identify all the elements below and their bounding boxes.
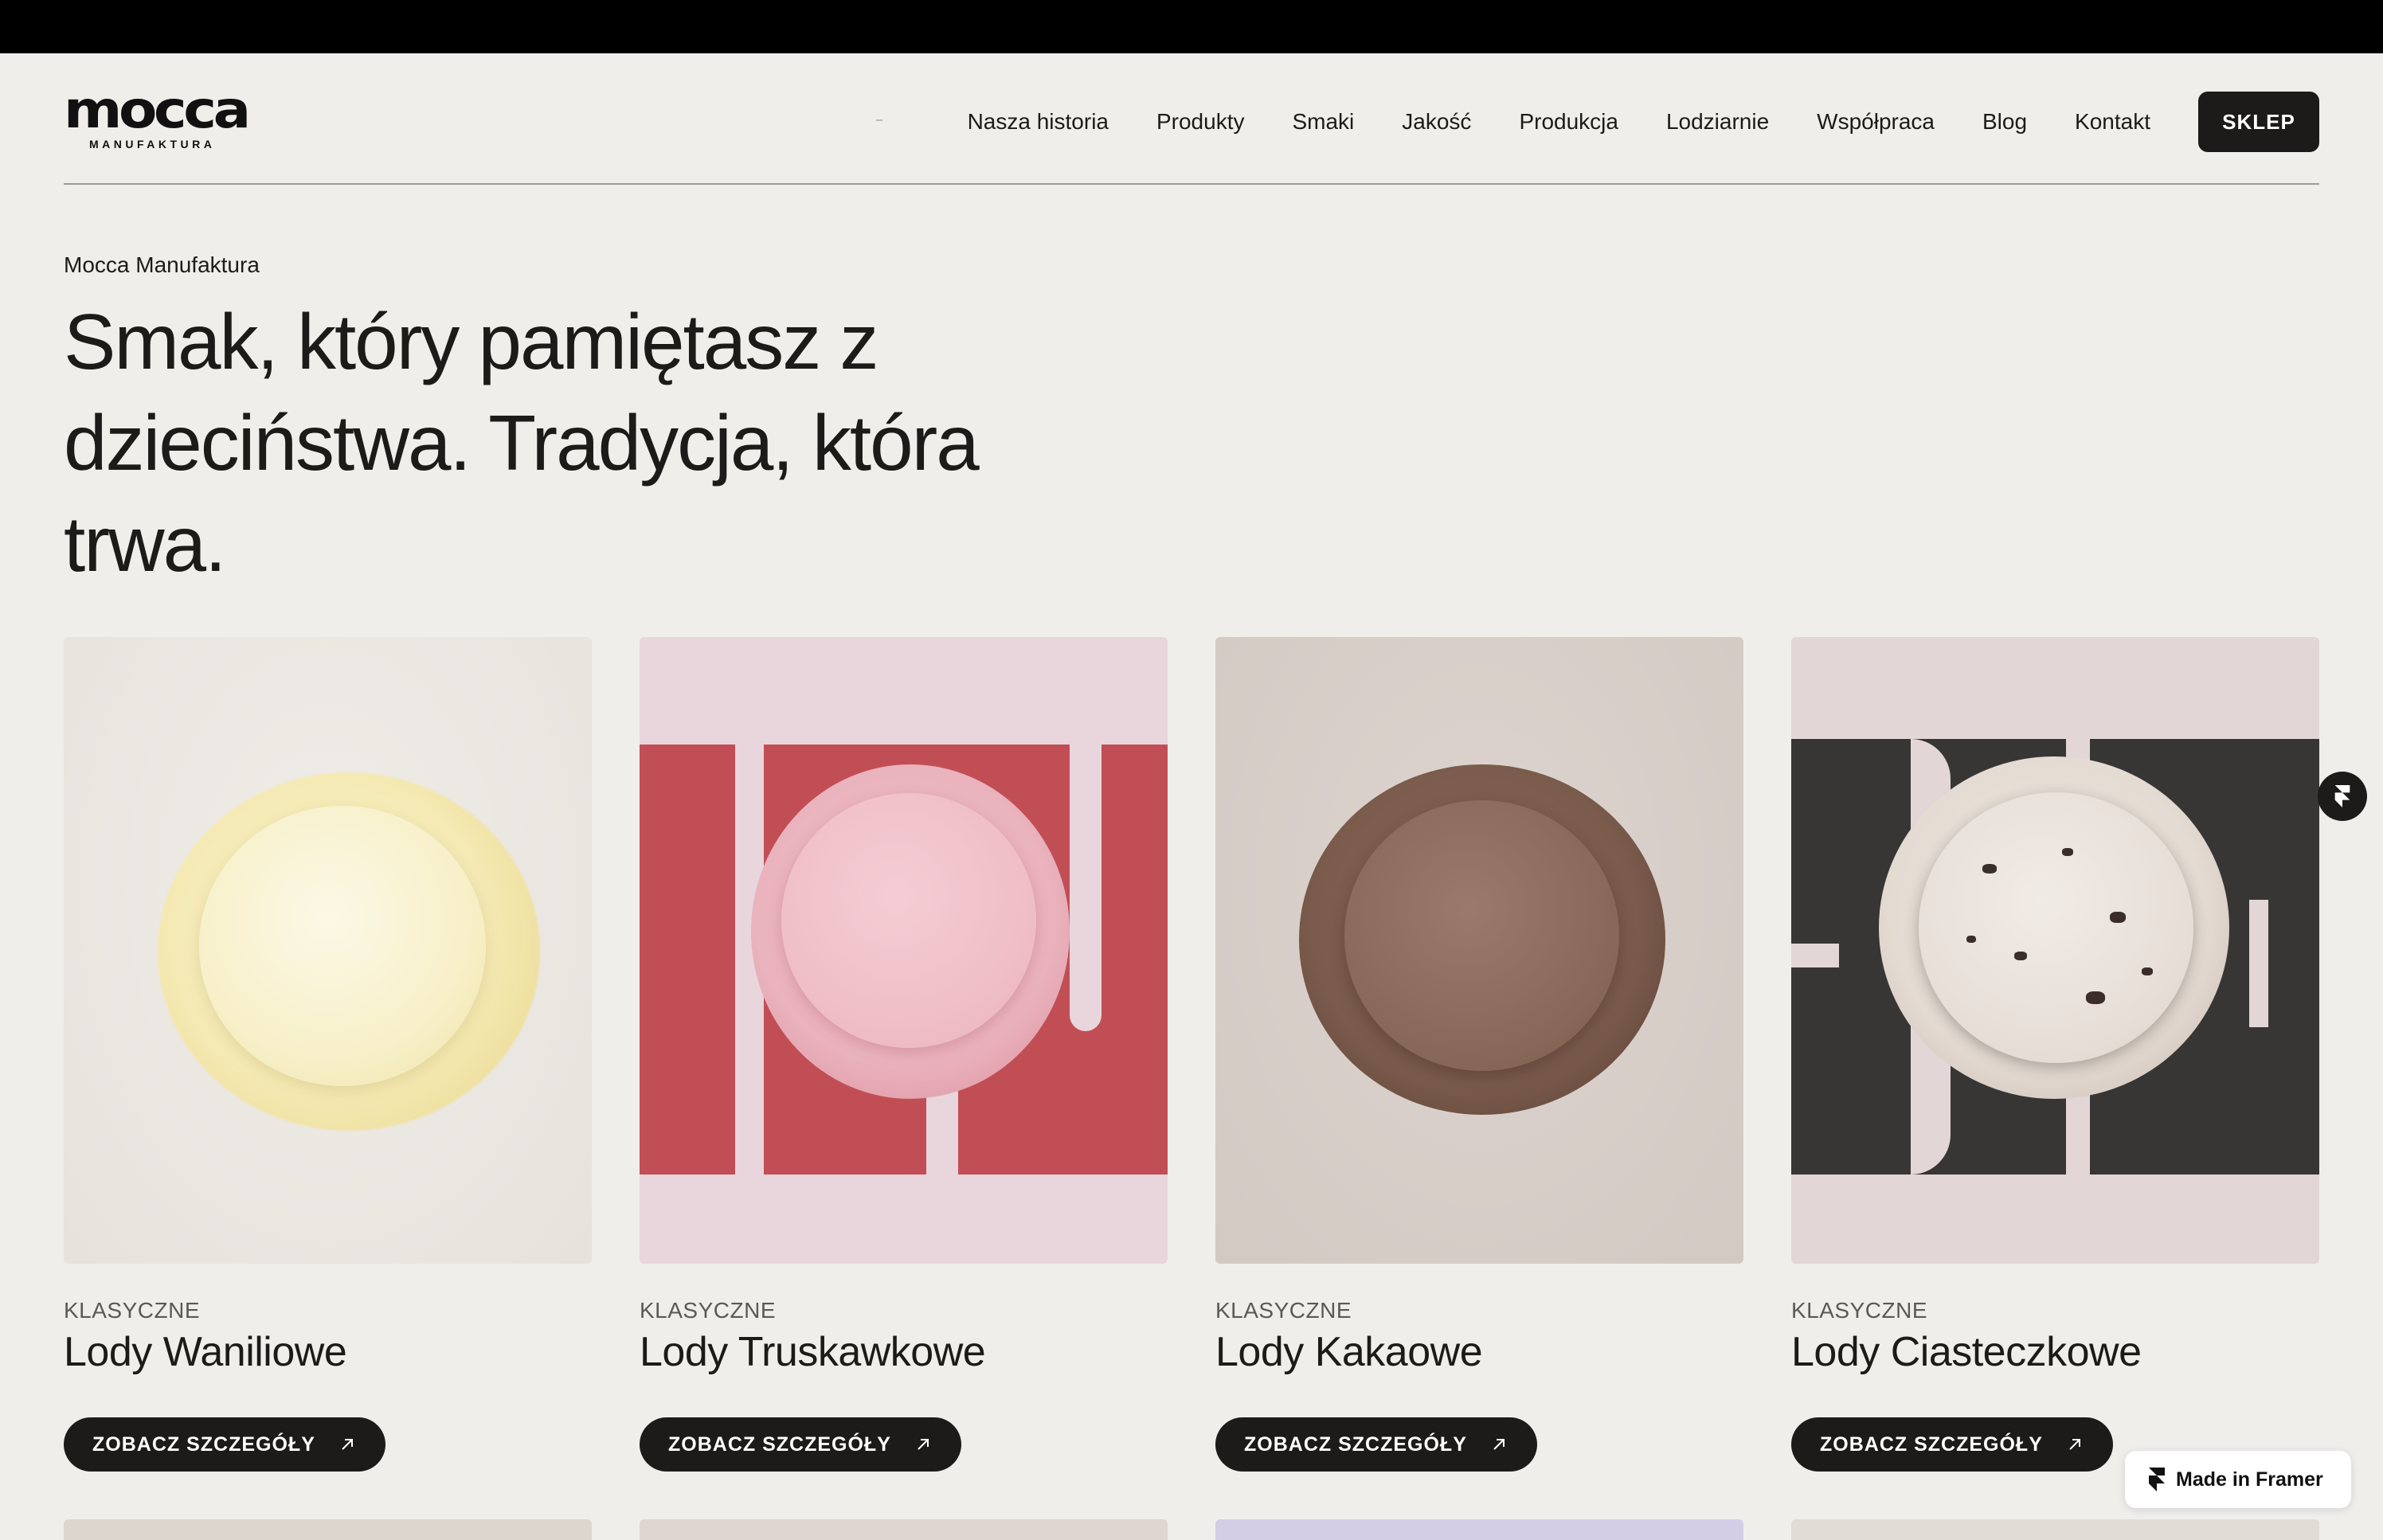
shop-button[interactable]: SKLEP [2198,92,2319,152]
framer-floating-button[interactable] [2318,772,2367,821]
arrow-up-right-icon [2069,1439,2080,1450]
details-button-label: ZOBACZ SZCZEGÓŁY [1244,1433,1467,1456]
brand-name: mocca [64,81,251,140]
product-title: Lody Waniliowe [64,1329,347,1375]
details-button[interactable]: ZOBACZ SZCZEGÓŁY [1215,1417,1537,1472]
nav-item-wspolpraca[interactable]: Współpraca [1817,109,1935,135]
cookie-letter-gap-1 [1791,944,1839,967]
cocoa-scoop-inner [1344,800,1619,1071]
product-card-vanilla[interactable]: KLASYCZNE Lody Waniliowe ZOBACZ SZCZEGÓŁ… [64,637,592,1472]
site-header: mocca MANUFAKTURA Nasza historia Produkt… [64,53,2319,185]
hero-headline: Smak, który pamiętasz z dzieciństwa. Tra… [64,298,980,588]
product-image-vanilla[interactable] [64,637,592,1264]
details-button[interactable]: ZOBACZ SZCZEGÓŁY [640,1417,961,1472]
cookie-crumb [1966,936,1976,943]
product-card-cocoa[interactable]: KLASYCZNE Lody Kakaowe ZOBACZ SZCZEGÓŁY [1215,637,1743,1472]
nav-item-smaki[interactable]: Smaki [1292,109,1354,135]
cookie-crumb [2142,967,2153,975]
made-in-framer-label: Made in Framer [2176,1468,2323,1491]
nav-item-blog[interactable]: Blog [1982,109,2027,135]
made-in-framer-badge[interactable]: Made in Framer [2125,1451,2351,1508]
brand-logo[interactable]: mocca MANUFAKTURA [64,85,251,154]
details-button[interactable]: ZOBACZ SZCZEGÓŁY [64,1417,385,1472]
brand-sub: MANUFAKTURA [89,138,216,150]
next-product-card-4[interactable] [1791,1519,2319,1540]
framer-logo-icon [2334,785,2350,807]
cookie-crumb [2086,991,2105,1004]
strawberry-scoop-inner [781,793,1036,1048]
arrow-up-right-icon [342,1439,353,1450]
vanilla-scoop-inner [199,806,486,1086]
framer-logo-icon [2149,1468,2165,1491]
cookie-crumb [2014,952,2027,960]
main-nav: Nasza historia Produkty Smaki Jakość Pro… [968,103,2150,141]
product-image-cocoa[interactable] [1215,637,1743,1264]
details-button-label: ZOBACZ SZCZEGÓŁY [1820,1433,2043,1456]
nav-item-produkcja[interactable]: Produkcja [1519,109,1618,135]
cookie-scoop-inner [1919,792,2193,1063]
product-category: KLASYCZNE [1215,1298,1352,1323]
product-image-cookie[interactable] [1791,637,2319,1264]
product-card-strawberry[interactable]: KLASYCZNE Lody Truskawkowe ZOBACZ SZCZEG… [640,637,1168,1472]
top-black-bar [0,0,2383,53]
product-image-strawberry[interactable] [640,637,1168,1264]
nav-item-produkty[interactable]: Produkty [1156,109,1245,135]
next-product-card-1[interactable] [64,1519,592,1540]
product-card-cookie[interactable]: KLASYCZNE Lody Ciasteczkowe ZOBACZ SZCZE… [1791,637,2319,1472]
cookie-crumb [2110,912,2126,923]
product-title: Lody Ciasteczkowe [1791,1329,2142,1375]
product-category: KLASYCZNE [64,1298,200,1323]
nav-separator [876,119,882,121]
strawberry-letter-gap-3 [1070,745,1102,1031]
product-title: Lody Kakaowe [1215,1329,1483,1375]
product-category: KLASYCZNE [1791,1298,1927,1323]
arrow-up-right-icon [918,1439,929,1450]
product-title: Lody Truskawkowe [640,1329,986,1375]
cookie-crumb [1982,864,1997,874]
next-product-card-2[interactable] [640,1519,1168,1540]
nav-item-kontakt[interactable]: Kontakt [2075,109,2150,135]
cookie-crumb [2062,848,2073,856]
arrow-up-right-icon [1493,1439,1505,1450]
details-button-label: ZOBACZ SZCZEGÓŁY [92,1433,315,1456]
next-product-card-3[interactable] [1215,1519,1743,1540]
nav-item-jakosc[interactable]: Jakość [1402,109,1471,135]
nav-item-lodziarnie[interactable]: Lodziarnie [1666,109,1769,135]
product-category: KLASYCZNE [640,1298,776,1323]
details-button[interactable]: ZOBACZ SZCZEGÓŁY [1791,1417,2113,1472]
hero-eyebrow: Mocca Manufaktura [64,252,260,277]
cookie-letter-gap-4 [2249,900,2268,1027]
details-button-label: ZOBACZ SZCZEGÓŁY [668,1433,891,1456]
nav-item-nasza-historia[interactable]: Nasza historia [968,109,1109,135]
